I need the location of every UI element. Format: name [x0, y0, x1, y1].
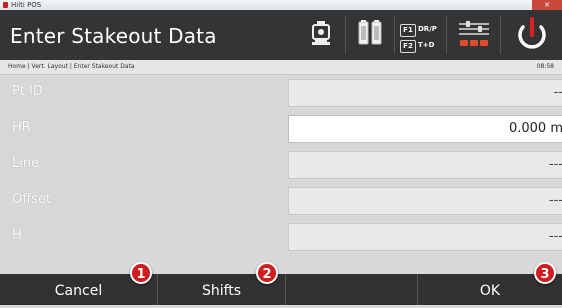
app-icon — [3, 2, 8, 8]
clock: 08:58 — [536, 63, 554, 70]
window-close-button[interactable]: ✕ — [532, 0, 562, 10]
app-header: Enter Stakeout Data F1 DR/P F2 T+D — [0, 10, 562, 60]
softkey-bar: Cancel Shifts OK — [0, 274, 562, 305]
row-hr: HR 0.000 m — [0, 111, 562, 147]
callout-marker-3: 3 — [534, 262, 556, 284]
row-pt-id: Pt ID -- — [0, 75, 562, 111]
header-divider — [446, 16, 447, 54]
pt-id-label: Pt ID — [12, 84, 43, 99]
header-divider — [500, 16, 501, 54]
row-offset: Offset --- — [0, 183, 562, 219]
battery-icon[interactable] — [350, 10, 390, 60]
offset-field[interactable]: --- — [288, 187, 562, 215]
f1-key-icon[interactable]: F1 — [400, 24, 416, 37]
callout-marker-2: 2 — [256, 262, 278, 284]
callout-marker-1: 1 — [130, 262, 152, 284]
h-label: H — [12, 228, 22, 243]
window-title: Hilti POS — [11, 1, 42, 9]
f2-key-icon[interactable]: F2 — [400, 40, 416, 53]
instrument-icon[interactable] — [300, 10, 342, 60]
hr-label: HR — [12, 120, 31, 135]
settings-sliders-icon[interactable] — [452, 10, 496, 60]
empty-softkey[interactable] — [286, 274, 418, 305]
power-icon[interactable] — [506, 10, 558, 60]
window-titlebar: Hilti POS ✕ — [0, 0, 562, 10]
f2-key-label: T+D — [418, 41, 435, 49]
line-field[interactable]: --- — [288, 151, 562, 179]
hr-field[interactable]: 0.000 m — [288, 115, 562, 143]
breadcrumb: Home | Vert. Layout | Enter Stakeout Dat… — [8, 63, 135, 70]
page-title: Enter Stakeout Data — [10, 24, 217, 48]
f1-key-label: DR/P — [418, 25, 437, 33]
offset-label: Offset — [12, 192, 52, 207]
row-line: Line --- — [0, 147, 562, 183]
pt-id-field[interactable]: -- — [288, 79, 562, 107]
header-divider — [394, 16, 395, 54]
breadcrumb-bar: Home | Vert. Layout | Enter Stakeout Dat… — [0, 60, 562, 75]
row-h: H --- — [0, 219, 562, 255]
line-label: Line — [12, 156, 40, 171]
header-divider — [345, 16, 346, 54]
h-field[interactable]: --- — [288, 223, 562, 251]
